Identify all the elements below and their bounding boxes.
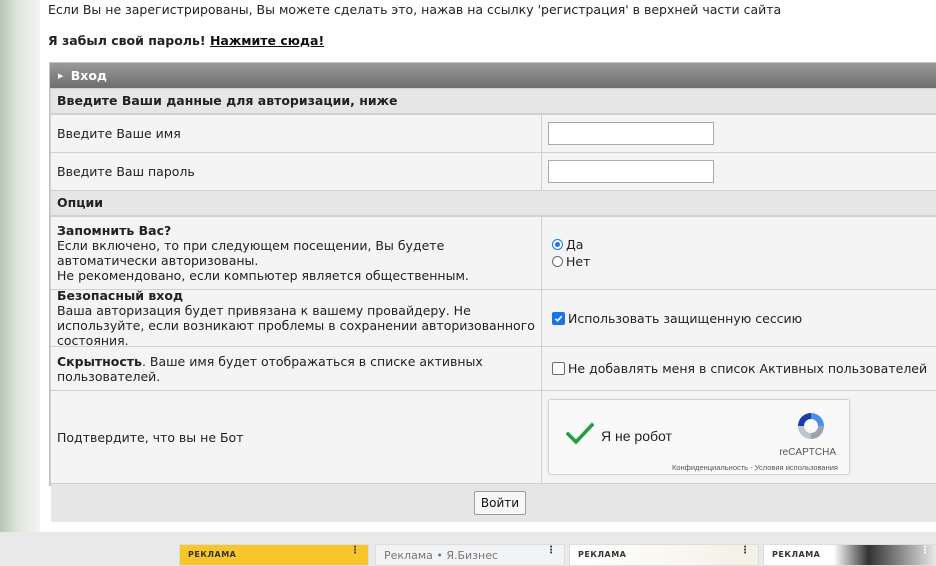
hidden-label: Не добавлять меня в список Активных поль… bbox=[568, 361, 928, 376]
registration-hint: Если Вы не зарегистрированы, Вы можете с… bbox=[48, 2, 782, 17]
recaptcha-terms-link[interactable]: Конфиденциальность - Условия использован… bbox=[672, 460, 838, 475]
main-content: Если Вы не зарегистрированы, Вы можете с… bbox=[40, 0, 936, 532]
remember-no-radio[interactable] bbox=[552, 256, 563, 267]
more-icon[interactable]: ⋮ bbox=[350, 546, 360, 556]
ad-banner-4[interactable]: РЕКЛАМА ⋮ bbox=[763, 544, 936, 566]
username-input[interactable] bbox=[548, 122, 714, 145]
forgot-password-link[interactable]: Нажмите сюда! bbox=[210, 33, 324, 48]
username-label: Введите Ваше имя bbox=[51, 115, 541, 152]
ad-banner-1[interactable]: РЕКЛАМА ⋮ bbox=[179, 544, 369, 566]
hidden-title: Скрытность bbox=[57, 353, 142, 369]
remember-warning: Не рекомендовано, если компьютер являетс… bbox=[57, 268, 469, 283]
remember-description: Запомнить Вас? Если включено, то при сле… bbox=[51, 217, 541, 289]
ad-label-1: РЕКЛАМА bbox=[188, 550, 237, 559]
login-title: Вход bbox=[70, 68, 108, 83]
ad-banner-3[interactable]: РЕКЛАМА ⋮ bbox=[569, 544, 759, 566]
remember-title: Запомнить Вас? bbox=[57, 223, 172, 238]
ad-banner-2[interactable]: Реклама • Я.Бизнес ⋮ bbox=[375, 544, 565, 566]
hidden-description: Скрытность. Ваше имя будет отображаться … bbox=[51, 347, 541, 390]
forgot-password-text: Я забыл свой пароль! bbox=[48, 33, 206, 48]
secure-option: Использовать защищенную сессию bbox=[542, 290, 936, 346]
secure-session-label: Использовать защищенную сессию bbox=[568, 310, 803, 326]
password-label: Введите Ваш пароль bbox=[51, 153, 541, 190]
recaptcha-widget[interactable]: Я не робот reCAPTCHA Конфиденциальность … bbox=[548, 399, 850, 475]
credentials-heading: Введите Ваши данные для авторизации, ниж… bbox=[51, 89, 936, 113]
options-heading: Опции bbox=[51, 191, 936, 215]
recaptcha-brand: reCAPTCHA bbox=[779, 447, 836, 458]
more-icon[interactable]: ⋮ bbox=[740, 546, 750, 556]
ad-label-3: РЕКЛАМА bbox=[578, 550, 627, 559]
recaptcha-label: Я не робот bbox=[601, 428, 672, 444]
remember-yes-label: Да bbox=[566, 237, 584, 252]
captcha-label: Подтвердите, что вы не Бот bbox=[51, 391, 541, 483]
secure-description: Безопасный вход Ваша авторизация будет п… bbox=[51, 288, 541, 348]
hidden-checkbox[interactable] bbox=[552, 362, 565, 375]
caret-right-icon: ▶ bbox=[58, 72, 64, 80]
recaptcha-logo-icon bbox=[798, 413, 824, 439]
left-decoration bbox=[0, 0, 40, 545]
captcha-cell: Я не робот reCAPTCHA Конфиденциальность … bbox=[542, 391, 936, 483]
more-icon[interactable]: ⋮ bbox=[546, 546, 556, 556]
submit-area: Войти bbox=[51, 484, 936, 522]
more-icon[interactable]: ⋮ bbox=[920, 546, 930, 556]
ad-label-2: Реклама • Я.Бизнес bbox=[384, 549, 499, 562]
remember-yes-radio[interactable] bbox=[552, 239, 563, 250]
check-icon bbox=[566, 422, 594, 445]
check-icon bbox=[554, 315, 563, 322]
ad-label-4: РЕКЛАМА bbox=[772, 550, 821, 559]
remember-no-label: Нет bbox=[566, 254, 591, 269]
login-form: ▶ Вход Введите Ваши данные для авторизац… bbox=[49, 62, 936, 522]
secure-title: Безопасный вход bbox=[57, 288, 184, 303]
ad-strip: РЕКЛАМА ⋮ Реклама • Я.Бизнес ⋮ РЕКЛАМА ⋮… bbox=[0, 532, 936, 566]
secure-session-checkbox[interactable] bbox=[552, 311, 565, 325]
remember-desc: Если включено, то при следующем посещени… bbox=[57, 238, 445, 268]
password-cell bbox=[542, 153, 936, 190]
secure-desc: Ваша авторизация будет привязана к вашем… bbox=[57, 303, 535, 348]
remember-no-option[interactable]: Нет bbox=[552, 254, 590, 269]
username-cell bbox=[542, 115, 936, 152]
hidden-option: Не добавлять меня в список Активных поль… bbox=[542, 347, 936, 390]
login-submit-button[interactable]: Войти bbox=[473, 491, 527, 515]
forgot-password: Я забыл свой пароль! Нажмите сюда! bbox=[48, 33, 324, 48]
login-header: ▶ Вход bbox=[50, 63, 936, 88]
remember-yes-option[interactable]: Да bbox=[552, 237, 590, 252]
password-input[interactable] bbox=[548, 160, 714, 183]
remember-options: Да Нет bbox=[542, 217, 936, 289]
